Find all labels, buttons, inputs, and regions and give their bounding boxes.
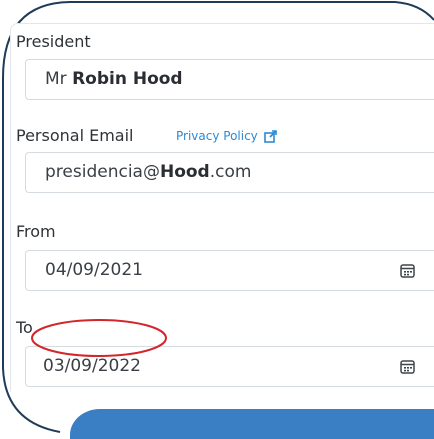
email-value: presidencia@Hood.com	[45, 162, 251, 182]
calendar-icon[interactable]	[400, 263, 415, 278]
president-field[interactable]: Mr Robin Hood	[25, 59, 434, 100]
calendar-icon[interactable]	[400, 359, 415, 374]
to-label: To	[16, 318, 33, 337]
privacy-policy-link[interactable]: Privacy Policy	[176, 129, 277, 143]
to-date-field[interactable]: 03/09/2022	[25, 346, 434, 387]
email-label: Personal Email	[16, 126, 134, 145]
email-value-domain: Hood	[159, 162, 210, 182]
president-value: Mr Robin Hood	[45, 69, 183, 89]
president-label: President	[16, 32, 91, 51]
email-field[interactable]: presidencia@Hood.com	[25, 152, 434, 193]
president-name: Robin Hood	[72, 69, 183, 89]
president-title: Mr	[45, 69, 73, 89]
email-value-suffix: .com	[209, 162, 252, 182]
email-value-prefix: presidencia@	[45, 162, 160, 182]
to-date-value: 03/09/2022	[43, 356, 141, 376]
privacy-policy-text: Privacy Policy	[176, 129, 258, 143]
from-date-value: 04/09/2021	[45, 260, 143, 280]
from-label: From	[16, 222, 56, 241]
external-link-icon	[263, 129, 277, 143]
form-card: President Mr Robin Hood Personal Email P…	[10, 23, 434, 392]
from-date-field[interactable]: 04/09/2021	[25, 250, 434, 291]
